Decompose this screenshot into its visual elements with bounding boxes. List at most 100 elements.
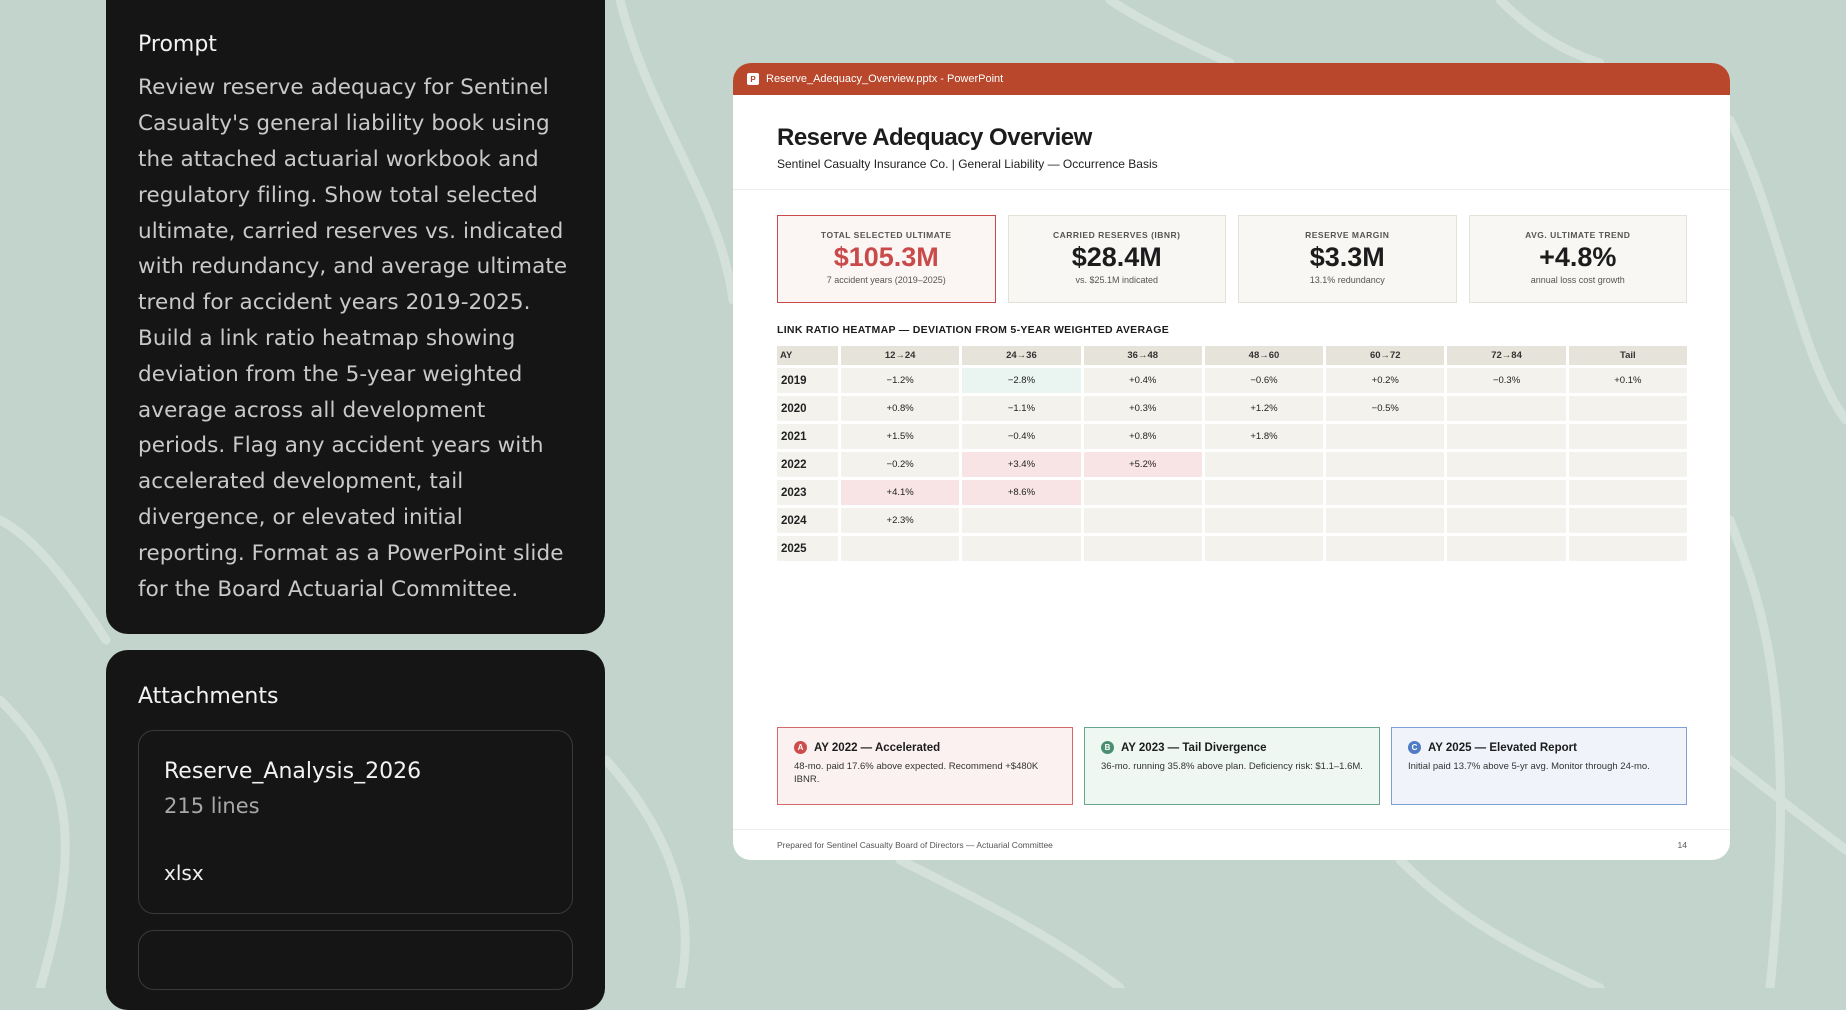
heatmap-cell: −0.5%: [1326, 396, 1445, 421]
heatmap-row: 2019 −1.2% −2.8% +0.4% −0.6% +0.2% −0.3%…: [777, 368, 1687, 393]
heatmap-column-header: Tail: [1568, 346, 1687, 365]
window-title: Reserve_Adequacy_Overview.pptx - PowerPo…: [766, 73, 1004, 85]
heatmap-cell: [1447, 480, 1566, 505]
slide-header: Reserve Adequacy Overview Sentinel Casua…: [733, 95, 1730, 190]
heatmap-cell: [841, 536, 960, 561]
flag-badge: C: [1408, 741, 1421, 754]
attachments-panel: Attachments Reserve_Analysis_2026 215 li…: [106, 650, 605, 1010]
attachment-extension: xlsx: [164, 861, 204, 886]
heatmap-cell: [1447, 508, 1566, 533]
kpi-card-ultimate-trend: AVG. ULTIMATE TREND +4.8% annual loss co…: [1468, 215, 1687, 303]
heatmap-cell: +3.4%: [962, 452, 1081, 477]
heatmap-header-row: AY 12→24 24→36 36→48 48→60 60→72 72→84 T…: [777, 346, 1687, 365]
attachment-card[interactable]: Reserve_Analysis_2026 215 lines xlsx: [138, 730, 573, 915]
flag-badge: A: [794, 741, 807, 754]
kpi-card-carried-reserves: CARRIED RESERVES (IBNR) $28.4M vs. $25.1…: [1007, 215, 1226, 303]
heatmap-cell: [1083, 480, 1202, 505]
heatmap-cell: +1.8%: [1204, 424, 1324, 449]
heatmap-row-label: 2025: [777, 536, 838, 561]
kpi-value: $3.3M: [1309, 242, 1385, 272]
heatmap-cell: [1568, 396, 1687, 421]
heatmap-row: 2024 +2.3%: [777, 508, 1687, 533]
heatmap-cell: [1568, 424, 1687, 449]
flag-card-accelerated: A AY 2022 — Accelerated 48-mo. paid 17.6…: [777, 727, 1073, 805]
heatmap-cell: [1568, 480, 1687, 505]
heatmap-cell: −0.3%: [1447, 368, 1566, 393]
heatmap-cell: +0.1%: [1568, 368, 1687, 393]
kpi-subtext: 13.1% redundancy: [1309, 274, 1385, 285]
kpi-label: TOTAL SELECTED ULTIMATE: [820, 230, 952, 240]
flag-body: 36-mo. running 35.8% above plan. Deficie…: [1101, 761, 1363, 772]
slide-footer: Prepared for Sentinel Casualty Board of …: [733, 829, 1730, 860]
heatmap-cell: +0.8%: [841, 396, 960, 421]
heatmap-cell: −1.1%: [962, 396, 1081, 421]
kpi-label: AVG. ULTIMATE TREND: [1525, 230, 1631, 240]
heatmap-cell: −0.4%: [962, 424, 1081, 449]
heatmap-cell: [1326, 536, 1445, 561]
window-titlebar: P Reserve_Adequacy_Overview.pptx - Power…: [733, 63, 1730, 95]
link-ratio-heatmap: AY 12→24 24→36 36→48 48→60 60→72 72→84 T…: [774, 343, 1690, 564]
heatmap-cell: [1447, 536, 1566, 561]
flag-title: AY 2025 — Elevated Report: [1428, 741, 1577, 754]
heatmap-column-header: 72→84: [1447, 346, 1566, 365]
heatmap-cell: +0.3%: [1083, 396, 1202, 421]
heatmap-cell: +2.3%: [841, 508, 960, 533]
heatmap-cell: [1568, 536, 1687, 561]
heatmap-cell: [1568, 452, 1687, 477]
kpi-subtext: vs. $25.1M indicated: [1075, 274, 1159, 285]
heatmap-cell: +0.8%: [1083, 424, 1202, 449]
prompt-title: Prompt: [138, 32, 217, 57]
heatmap-column-header: 36→48: [1083, 346, 1202, 365]
heatmap-row: 2020 +0.8% −1.1% +0.3% +1.2% −0.5%: [777, 396, 1687, 421]
kpi-row: TOTAL SELECTED ULTIMATE $105.3M 7 accide…: [777, 215, 1687, 303]
heatmap-cell: [1204, 508, 1324, 533]
flag-callouts: A AY 2022 — Accelerated 48-mo. paid 17.6…: [777, 727, 1687, 805]
heatmap-cell: [1447, 452, 1566, 477]
flag-title: AY 2022 — Accelerated: [814, 741, 941, 754]
heatmap-row: 2022 −0.2% +3.4% +5.2%: [777, 452, 1687, 477]
heatmap-cell: −2.8%: [962, 368, 1081, 393]
heatmap-cell: +4.1%: [841, 480, 960, 505]
heatmap-row: 2025: [777, 536, 1687, 561]
prompt-text: Review reserve adequacy for Sentinel Cas…: [138, 75, 568, 602]
kpi-card-total-ultimate: TOTAL SELECTED ULTIMATE $105.3M 7 accide…: [777, 215, 996, 303]
heatmap-row-label: 2023: [777, 480, 838, 505]
heatmap-cell: [1083, 536, 1202, 561]
flag-body: 48-mo. paid 17.6% above expected. Recomm…: [794, 761, 1039, 786]
kpi-value: $105.3M: [833, 242, 939, 272]
heatmap-column-header: 48→60: [1204, 346, 1324, 365]
kpi-value: $28.4M: [1071, 242, 1162, 272]
heatmap-column-header: AY: [777, 346, 838, 365]
flag-card-tail-divergence: B AY 2023 — Tail Divergence 36-mo. runni…: [1084, 727, 1380, 805]
heatmap-row-label: 2021: [777, 424, 838, 449]
flag-badge: B: [1101, 741, 1114, 754]
heatmap-cell: [1326, 452, 1445, 477]
kpi-card-reserve-margin: RESERVE MARGIN $3.3M 13.1% redundancy: [1238, 215, 1457, 303]
heatmap-row: 2023 +4.1% +8.6%: [777, 480, 1687, 505]
kpi-label: CARRIED RESERVES (IBNR): [1052, 230, 1181, 240]
heatmap-cell: −1.2%: [841, 368, 960, 393]
flag-title: AY 2023 — Tail Divergence: [1121, 741, 1267, 754]
heatmap-cell: +8.6%: [962, 480, 1081, 505]
kpi-label: RESERVE MARGIN: [1305, 230, 1390, 240]
page-number: 14: [1677, 840, 1687, 850]
heatmap-cell: [1326, 508, 1445, 533]
heatmap-cell: [1447, 396, 1566, 421]
heatmap-cell: +0.4%: [1083, 368, 1202, 393]
kpi-subtext: annual loss cost growth: [1530, 274, 1625, 285]
heatmap-cell: [1326, 424, 1445, 449]
kpi-value: +4.8%: [1539, 242, 1617, 272]
heatmap-cell: −0.6%: [1204, 368, 1324, 393]
powerpoint-icon: P: [747, 73, 759, 85]
heatmap-cell: +1.2%: [1204, 396, 1324, 421]
heatmap-cell: +5.2%: [1083, 452, 1202, 477]
attachments-title: Attachments: [138, 684, 279, 709]
heatmap-title: LINK RATIO HEATMAP — DEVIATION FROM 5-YE…: [777, 324, 1170, 336]
heatmap-cell: [1083, 508, 1202, 533]
heatmap-row-label: 2024: [777, 508, 838, 533]
attachment-card[interactable]: [138, 930, 573, 991]
heatmap-row: 2021 +1.5% −0.4% +0.8% +1.8%: [777, 424, 1687, 449]
heatmap-cell: +1.5%: [841, 424, 960, 449]
heatmap-cell: +0.2%: [1326, 368, 1445, 393]
heatmap-cell: −0.2%: [841, 452, 960, 477]
